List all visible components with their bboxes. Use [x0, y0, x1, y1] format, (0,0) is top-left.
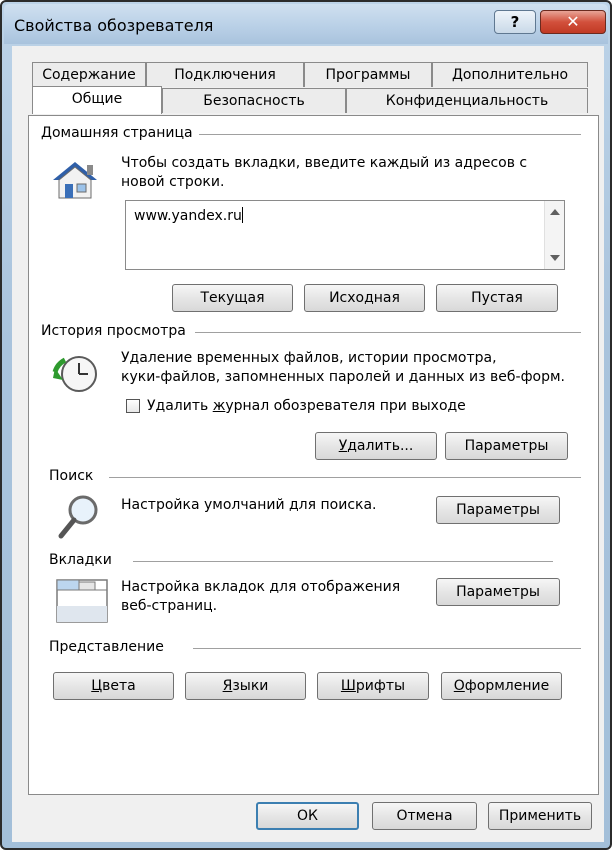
tabs-section-label: Вкладки — [49, 552, 118, 568]
tab-privacy[interactable]: Конфиденциальность — [346, 88, 588, 113]
delete-history-on-exit-checkbox[interactable] — [126, 399, 140, 413]
accessibility-button[interactable]: Оформление — [441, 672, 562, 700]
dialog-window: Свойства обозревателя ? ✕ Содержание Под… — [0, 0, 612, 850]
history-description-line2: куки-файлов, запомненных паролей и данны… — [121, 369, 566, 385]
cancel-button[interactable]: Отмена — [372, 802, 477, 830]
window-title: Свойства обозревателя — [14, 16, 214, 35]
history-settings-button[interactable]: Параметры — [445, 432, 568, 460]
home-description-line1: Чтобы создать вкладки, введите каждый из… — [121, 155, 528, 171]
home-page-scrollbar[interactable] — [544, 201, 564, 269]
search-settings-button[interactable]: Параметры — [436, 496, 560, 524]
home-description-line2: новой строки. — [121, 174, 225, 190]
use-blank-button[interactable]: Пустая — [436, 284, 558, 312]
tabs-settings-button[interactable]: Параметры — [436, 578, 560, 606]
delete-history-on-exit-label[interactable]: Удалить журнал обозревателя при выходе — [147, 397, 466, 416]
apply-button[interactable]: Применить — [488, 802, 592, 830]
divider — [109, 477, 581, 478]
history-description-line1: Удаление временных файлов, истории просм… — [121, 350, 497, 366]
divider — [193, 648, 581, 649]
tab-panel-general: Домашняя страница Чтобы создать вкладки,… — [28, 115, 599, 795]
scroll-down-icon[interactable] — [550, 255, 560, 261]
delete-history-button[interactable]: Удалить... — [315, 432, 437, 460]
history-section-label: История просмотра — [41, 323, 192, 339]
history-clock-icon — [51, 352, 103, 398]
help-button[interactable]: ? — [494, 10, 536, 34]
divider — [133, 561, 553, 562]
tab-security[interactable]: Безопасность — [162, 88, 346, 113]
tabs-description-line2: веб-страниц. — [121, 598, 218, 614]
tab-content[interactable]: Содержание — [32, 62, 146, 87]
appearance-section-label: Представление — [49, 639, 170, 655]
tabs-description-line1: Настройка вкладок для отображения — [121, 579, 401, 595]
colors-button[interactable]: Цвета — [53, 672, 174, 700]
search-section-label: Поиск — [49, 468, 100, 484]
ok-button[interactable]: ОК — [256, 802, 359, 830]
home-icon — [49, 158, 101, 202]
use-default-button[interactable]: Исходная — [304, 284, 425, 312]
home-page-input[interactable]: www.yandex.ru — [125, 200, 565, 270]
tab-advanced[interactable]: Дополнительно — [432, 62, 588, 87]
home-section-label: Домашняя страница — [41, 125, 199, 141]
tab-general[interactable]: Общие — [32, 86, 162, 114]
tab-connections[interactable]: Подключения — [146, 62, 304, 87]
use-current-button[interactable]: Текущая — [172, 284, 293, 312]
scroll-up-icon[interactable] — [550, 209, 560, 215]
dialog-client: Содержание Подключения Программы Дополни… — [12, 46, 604, 842]
search-description: Настройка умолчаний для поиска. — [121, 497, 377, 513]
close-button[interactable]: ✕ — [540, 10, 606, 34]
divider — [189, 134, 581, 135]
title-bar[interactable]: Свойства обозревателя ? ✕ — [4, 4, 608, 44]
home-page-url: www.yandex.ru — [134, 208, 242, 224]
fonts-button[interactable]: Шрифты — [317, 672, 429, 700]
search-magnifier-icon — [55, 492, 103, 540]
languages-button[interactable]: Языки — [185, 672, 306, 700]
divider — [195, 332, 581, 333]
tab-programs[interactable]: Программы — [304, 62, 432, 87]
tabs-window-icon — [55, 578, 109, 624]
